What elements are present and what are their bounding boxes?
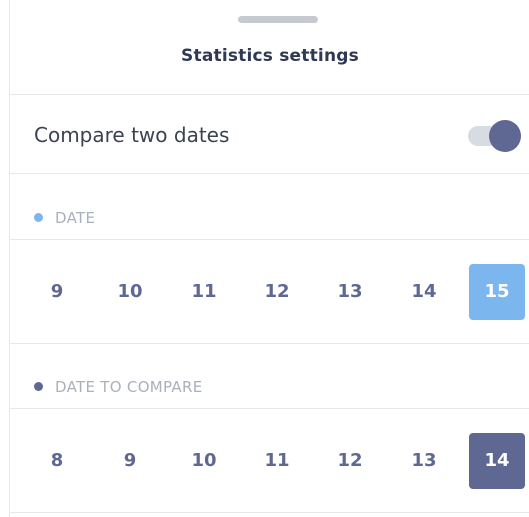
divider [10,512,529,513]
drag-handle[interactable] [238,16,318,23]
date-day[interactable]: 14 [396,264,452,320]
date-dot-icon [34,213,43,222]
compare-dot-icon [34,382,43,391]
compare-day[interactable]: 13 [396,433,452,489]
compare-day[interactable]: 12 [322,433,378,489]
date-section-text: DATE [55,209,96,227]
date-day[interactable]: 11 [176,264,232,320]
toggle-knob [489,120,521,152]
compare-day[interactable]: 8 [29,433,85,489]
divider [10,343,529,344]
divider [10,173,529,174]
compare-section-label: DATE TO COMPARE [34,378,203,396]
date-picker-row: 9 10 11 12 13 14 15 [10,264,529,324]
date-day[interactable]: 9 [29,264,85,320]
compare-day[interactable]: 11 [249,433,305,489]
date-day[interactable]: 12 [249,264,305,320]
compare-date-picker-row: 8 9 10 11 12 13 14 [10,433,529,493]
date-day[interactable]: 13 [322,264,378,320]
divider [10,239,529,240]
date-day-selected[interactable]: 15 [469,264,525,320]
compare-day[interactable]: 10 [176,433,232,489]
date-day[interactable]: 10 [102,264,158,320]
date-section-label: DATE [34,209,95,227]
divider [10,408,529,409]
compare-day[interactable]: 9 [102,433,158,489]
divider [10,94,529,95]
statistics-settings-sheet: Statistics settings Compare two dates DA… [9,0,529,517]
page-title: Statistics settings [181,46,359,66]
compare-toggle-label: Compare two dates [34,123,230,147]
compare-toggle[interactable] [468,120,522,152]
compare-day-selected[interactable]: 14 [469,433,525,489]
compare-section-text: DATE TO COMPARE [55,378,203,396]
